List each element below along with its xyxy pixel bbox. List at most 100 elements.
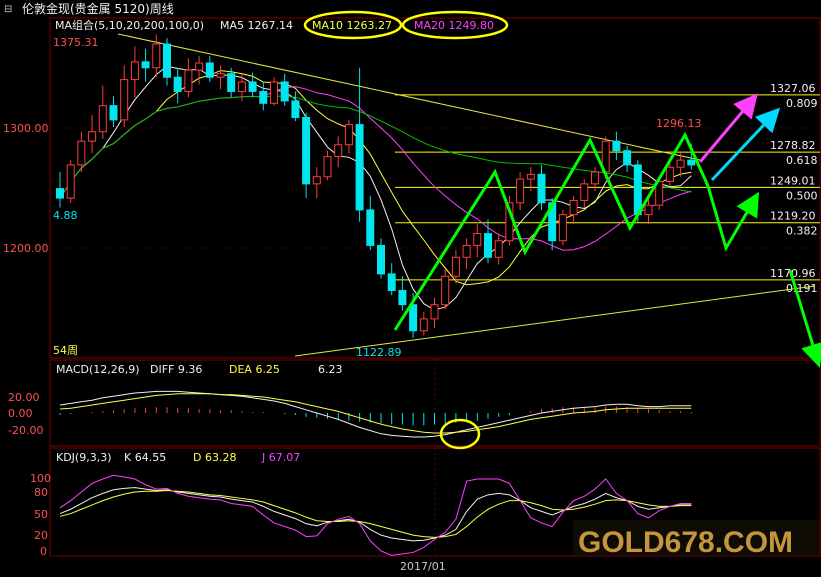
candle-body [184, 69, 193, 92]
ytick-1300: 1300.00 [3, 122, 49, 135]
macd-indicator [59, 390, 692, 438]
candle-body [569, 199, 578, 216]
candle-body [644, 204, 653, 216]
chart-title: 伦敦金现(贵金属 5120)周线 [22, 1, 174, 16]
candle [334, 136, 343, 168]
fib-ratio-2: 0.500 [786, 189, 818, 202]
candle-body [98, 105, 107, 133]
candle [152, 34, 161, 78]
candle-body [344, 124, 353, 146]
candle-body [537, 173, 546, 204]
watermark-logo: GOLD678.COM [578, 526, 793, 559]
candle [66, 160, 75, 203]
moving-averages [59, 65, 692, 311]
candle-body [248, 81, 257, 92]
candle [377, 238, 385, 279]
candle [259, 81, 268, 111]
green-projection-up [706, 185, 760, 252]
ma-group-label: MA组合(5,10,20,200,100,0) [55, 18, 204, 32]
left-value-label: 4.88 [53, 209, 78, 222]
candle [280, 73, 289, 106]
candle-body [259, 90, 268, 104]
candle [516, 172, 525, 210]
low-label: 1122.89 [356, 346, 402, 359]
candle [184, 58, 193, 98]
candle [141, 48, 150, 82]
macd-dea-line [59, 393, 692, 434]
candle-body [665, 166, 674, 182]
candle [312, 167, 321, 199]
macd-ytick-20: 20.00 [8, 391, 40, 404]
kdj-label: KDJ(9,3,3) [56, 451, 112, 464]
candle-body [270, 81, 278, 104]
candle [612, 131, 621, 161]
candle [130, 46, 139, 98]
macd-value-label: 6.23 [318, 363, 343, 376]
candle-body [484, 233, 492, 258]
macd-label: MACD(12,26,9) [56, 363, 140, 376]
candle [398, 276, 407, 311]
candle [344, 119, 353, 154]
candle [248, 72, 257, 98]
candle-body [676, 159, 685, 168]
kdj-ytick-80: 80 [34, 486, 48, 499]
candle-body [355, 124, 364, 211]
fib-ratio-1: 0.618 [786, 154, 818, 167]
candle [355, 67, 364, 222]
candle [366, 195, 375, 251]
candle-body [366, 209, 375, 246]
fib-ratio-4: 0.191 [786, 282, 818, 295]
candle-body [66, 164, 75, 199]
candle [291, 91, 300, 122]
candle [441, 269, 450, 310]
projection-arrows [393, 93, 821, 368]
candle [302, 112, 311, 199]
candle-body [205, 62, 214, 78]
candle [323, 150, 332, 181]
cyan-projection-arrow [710, 107, 781, 182]
candle-body [56, 188, 64, 199]
candle-body [130, 61, 139, 81]
chart-window: { "title": "伦敦金现(贵金属 5120)周线", "header":… [0, 0, 821, 577]
window-icon[interactable]: ⊟ [4, 4, 12, 15]
macd-ytick-0: 0.00 [8, 407, 33, 420]
candle [387, 263, 396, 296]
candle [580, 179, 589, 208]
candle [430, 297, 439, 329]
candle [173, 67, 182, 104]
candle [270, 77, 278, 106]
candle-body [419, 318, 428, 332]
candle [494, 233, 503, 265]
candle-body [216, 73, 225, 78]
candle-body [473, 233, 482, 246]
ma20-label: MA20 1249.80 [414, 19, 494, 32]
candle-body [334, 144, 343, 158]
candle-body [633, 164, 642, 216]
macd-ytick-minus20: -20.00 [8, 424, 43, 437]
candle [216, 65, 225, 90]
candle-body [109, 105, 118, 121]
fib-price-3: 1219.20 [770, 210, 816, 223]
macd-diff-line [59, 390, 692, 438]
candle-body [591, 171, 599, 185]
candle-body [558, 214, 567, 242]
fib-price-0: 1327.06 [770, 82, 816, 95]
candle-body [152, 43, 161, 69]
candle [569, 195, 578, 225]
candle-body [237, 81, 246, 92]
candle-body [430, 304, 439, 320]
macd-dea-label: DEA 6.25 [229, 363, 280, 376]
candle [163, 38, 171, 86]
candle-body [163, 43, 171, 78]
candle [56, 172, 64, 208]
candle [623, 145, 632, 173]
candle-body [526, 173, 535, 180]
period-label: 54周 [53, 344, 78, 357]
chart-svg: ⊟ 伦敦金现(贵金属 5120)周线 MA组合(5,10,20,200,100,… [3, 1, 821, 573]
ma20-line [59, 86, 692, 251]
candle-body [173, 76, 182, 92]
candle-body [291, 100, 300, 119]
candle [98, 85, 107, 139]
fib-ratio-0: 0.809 [786, 97, 818, 110]
candle [473, 224, 482, 258]
